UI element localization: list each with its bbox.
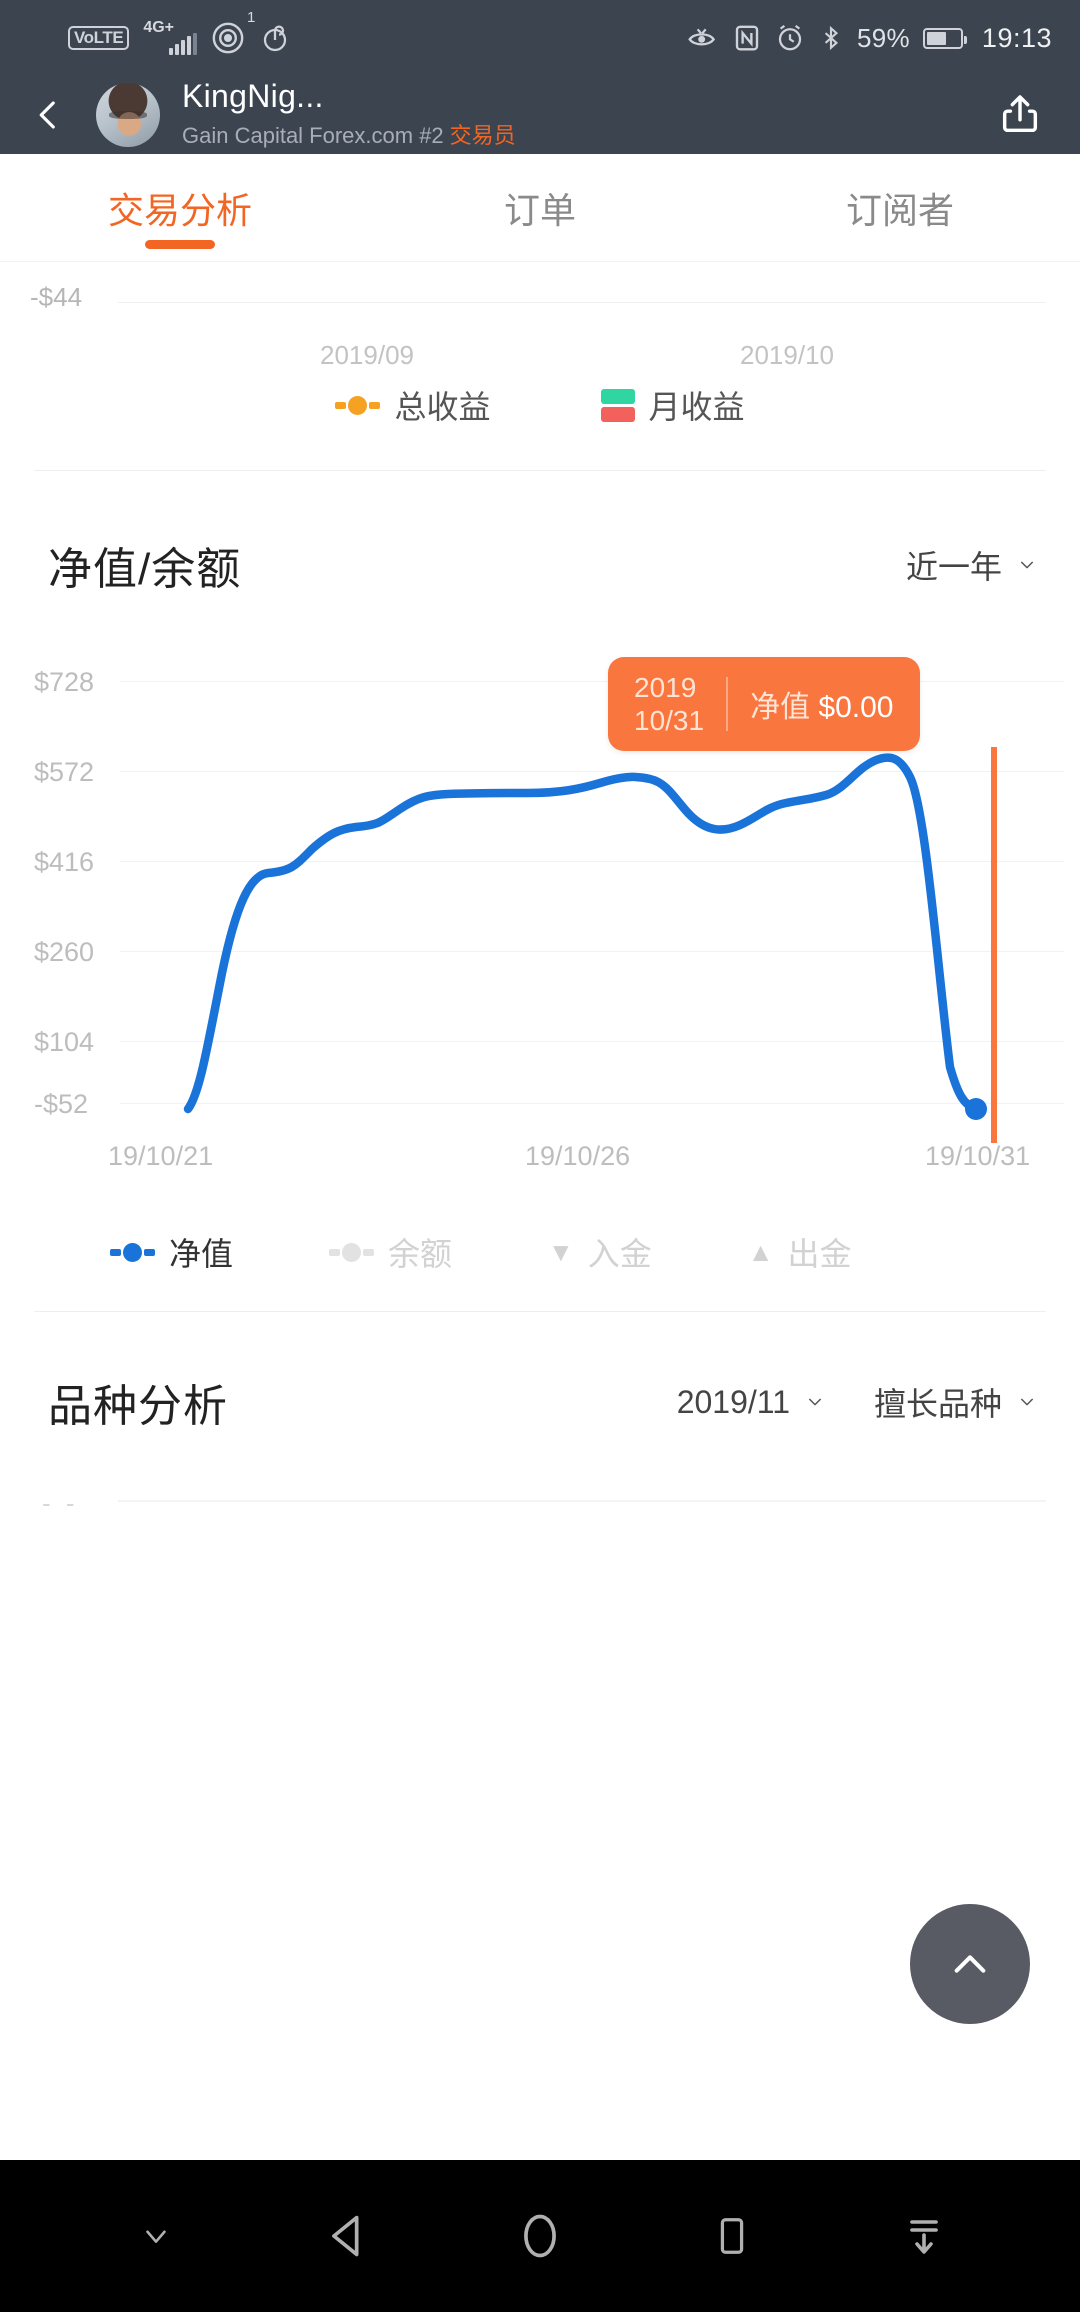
broker-name: Gain Capital Forex.com #2 (182, 122, 444, 148)
chevron-down-icon (1021, 1398, 1033, 1406)
bluetooth-icon (818, 23, 844, 53)
app-header: KingNig... Gain Capital Forex.com #2 交易员 (0, 76, 1080, 154)
x-axis-label: 19/10/21 (108, 1141, 214, 1171)
tab-orders[interactable]: 订单 (360, 154, 720, 261)
legend-label: 净值 (169, 1236, 234, 1272)
recents-button[interactable] (677, 2160, 787, 2312)
line-dot-marker-icon (329, 1242, 375, 1262)
nfc-icon (732, 23, 762, 53)
networth-chart[interactable]: $728 $572 $416 $260 $104 -$52 2019 10/31… (0, 643, 1080, 1203)
variety-header: 品种分析 2019/11 擅长品种 (0, 1312, 1080, 1434)
hide-navbar-button[interactable] (101, 2160, 211, 2312)
netease-music-icon (259, 22, 291, 54)
networth-legend: 净值 余额 ▼ 入金 ▲ 出金 (0, 1203, 1080, 1275)
role-badge: 交易员 (449, 122, 516, 148)
alarm-icon (775, 23, 805, 53)
top-chart-y-label: -$44 (30, 282, 83, 312)
tab-trade-analysis[interactable]: 交易分析 (0, 154, 360, 261)
header-subtitle: Gain Capital Forex.com #2 交易员 (182, 118, 516, 150)
variety-chart-partial: - - (0, 1434, 1080, 1544)
share-icon (1002, 95, 1038, 133)
chevron-up-icon (954, 1955, 986, 1973)
android-nav-bar (0, 2160, 1080, 2312)
battery-percent: 59% (856, 22, 910, 53)
legend-item-networth[interactable]: 净值 (110, 1229, 233, 1275)
top-chart-x-label-1: 2019/09 (320, 340, 414, 370)
x-axis-label: 19/10/31 (925, 1141, 1031, 1171)
scroll-to-top-button[interactable] (910, 1904, 1030, 2024)
back-button[interactable] (293, 2160, 403, 2312)
tooltip-day: 10/31 (634, 705, 705, 737)
range-selector[interactable]: 近一年 (906, 542, 1040, 588)
top-chart-x-label-2: 2019/10 (740, 340, 834, 370)
chart-tooltip: 2019 10/31 净值 $0.00 (608, 657, 920, 752)
stacked-bars-marker-icon (600, 388, 635, 422)
chevron-down-icon (1021, 561, 1033, 569)
tooltip-metric-label: 净值 (750, 691, 811, 725)
home-button[interactable] (485, 2160, 595, 2312)
variety-sort-selector[interactable]: 擅长品种 (874, 1379, 1040, 1425)
back-button[interactable] (30, 92, 96, 138)
legend-item-monthly-profit[interactable]: 月收益 (600, 382, 745, 428)
circle-home-icon (524, 2214, 556, 2258)
hotspot-icon: 1 (211, 9, 255, 55)
battery-icon (922, 27, 967, 49)
chevron-down-icon (808, 1398, 821, 1406)
line-dot-marker-icon (335, 395, 381, 415)
tooltip-date: 2019 10/31 (634, 671, 704, 737)
status-bar-left: VoLTE 4G+ 1 (68, 9, 291, 55)
networth-header: 净值/余额 近一年 (0, 471, 1080, 597)
chevron-down-icon (146, 2230, 166, 2243)
legend-item-total-profit[interactable]: 总收益 (335, 382, 491, 428)
avatar[interactable] (96, 83, 160, 147)
legend-label: 总收益 (394, 389, 491, 425)
variety-month-selector[interactable]: 2019/11 (677, 1384, 828, 1421)
gridline (118, 1500, 1046, 1502)
square-recents-icon (720, 2218, 744, 2254)
signal-4g-plus-icon: 4G+ (143, 19, 198, 55)
variety-section: 品种分析 2019/11 擅长品种 - - (0, 1312, 1080, 1544)
top-chart-gridline (118, 302, 1046, 303)
page-title: KingNig... (182, 78, 324, 115)
clock-time: 19:13 (981, 22, 1052, 53)
tooltip-value: $0.00 (818, 691, 894, 725)
legend-label: 出金 (787, 1236, 852, 1272)
notification-pull-button[interactable] (869, 2160, 979, 2312)
legend-item-withdraw[interactable]: ▲ 出金 (748, 1229, 852, 1275)
variety-sort-label: 擅长品种 (873, 1386, 1002, 1422)
legend-label: 余额 (388, 1236, 453, 1272)
range-label: 近一年 (905, 549, 1002, 585)
tooltip-year: 2019 (634, 672, 697, 703)
tooltip-value-row: 净值 $0.00 (750, 682, 893, 726)
top-chart-remnant: -$44 2019/09 2019/10 总收益 月收益 (0, 262, 1080, 470)
triangle-back-icon (332, 2215, 359, 2257)
networth-title: 净值/余额 (48, 545, 242, 594)
status-bar-right: 59% 19:13 (687, 22, 1052, 54)
x-axis-label: 19/10/26 (525, 1141, 631, 1171)
eye-comfort-icon (687, 22, 719, 54)
line-dot-marker-icon (110, 1242, 155, 1262)
chevron-left-icon (39, 101, 55, 129)
legend-label: 月收益 (648, 389, 745, 425)
tab-subscribers[interactable]: 订阅者 (720, 154, 1080, 261)
triangle-up-icon: ▲ (747, 1236, 774, 1267)
volte-badge: VoLTE (68, 25, 130, 51)
tab-bar: 交易分析 订单 订阅者 (0, 154, 1080, 262)
legend-label: 入金 (587, 1236, 652, 1272)
variety-axis-placeholder: - - (42, 1488, 79, 1518)
legend-item-balance[interactable]: 余额 (329, 1229, 452, 1275)
legend-item-deposit[interactable]: ▼ 入金 (548, 1229, 652, 1275)
variety-controls: 2019/11 擅长品种 (677, 1379, 1040, 1425)
hotspot-count: 1 (246, 9, 256, 26)
top-chart-legend: 总收益 月收益 (0, 382, 1080, 428)
variety-month-label: 2019/11 (676, 1383, 790, 1420)
tooltip-separator (726, 677, 729, 732)
header-text: KingNig... Gain Capital Forex.com #2 交易员 (182, 80, 516, 150)
networth-section: 净值/余额 近一年 $728 $572 $416 $260 $104 -$52 (0, 471, 1080, 1275)
variety-title: 品种分析 (48, 1382, 228, 1431)
pull-down-icon (910, 2220, 938, 2254)
share-button[interactable] (990, 90, 1050, 140)
status-bar: VoLTE 4G+ 1 59% 19:13 (0, 0, 1080, 76)
triangle-down-icon: ▼ (548, 1236, 574, 1267)
